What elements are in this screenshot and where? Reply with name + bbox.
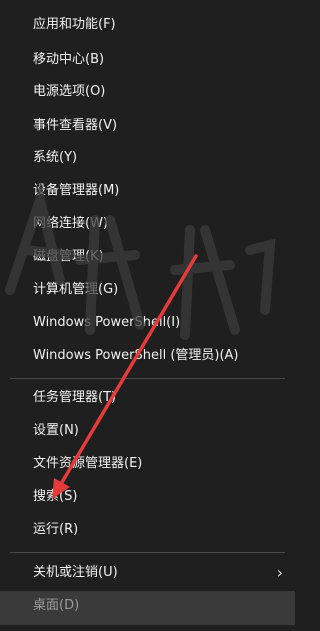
menu-item-disk-management[interactable]: 磁盘管理(K) bbox=[0, 241, 295, 273]
menu-item-system[interactable]: 系统(Y) bbox=[0, 142, 295, 174]
menu-item-network-connections[interactable]: 网络连接(W) bbox=[0, 208, 295, 240]
menu-item-apps-features[interactable]: 应用和功能(F) bbox=[0, 9, 295, 41]
menu-item-label: 桌面(D) bbox=[33, 598, 80, 613]
chevron-right-icon: › bbox=[276, 563, 283, 582]
menu-item-powershell-admin[interactable]: Windows PowerShell (管理员)(A) bbox=[0, 340, 295, 372]
menu-item-shutdown-signout[interactable]: 关机或注销(U) › bbox=[0, 557, 295, 589]
menu-item-settings[interactable]: 设置(N) bbox=[0, 415, 295, 447]
menu-item-power-options[interactable]: 电源选项(O) bbox=[0, 76, 295, 108]
menu-item-run[interactable]: 运行(R) bbox=[0, 514, 295, 546]
menu-item-mobility-center[interactable]: 移动中心(B) bbox=[0, 44, 295, 76]
menu-item-task-manager[interactable]: 任务管理器(T) bbox=[0, 382, 295, 414]
menu-item-file-explorer[interactable]: 文件资源管理器(E) bbox=[0, 448, 295, 480]
menu-separator bbox=[10, 552, 285, 553]
menu-item-device-manager[interactable]: 设备管理器(M) bbox=[0, 175, 295, 207]
menu-item-search[interactable]: 搜索(S) bbox=[0, 481, 295, 513]
menu-item-computer-management[interactable]: 计算机管理(G) bbox=[0, 274, 295, 306]
winx-context-menu: 应用和功能(F) 移动中心(B) 电源选项(O) 事件查看器(V) 系统(Y) … bbox=[0, 0, 295, 631]
menu-item-event-viewer[interactable]: 事件查看器(V) bbox=[0, 110, 295, 142]
menu-item-desktop[interactable]: 桌面(D) bbox=[0, 591, 295, 625]
menu-separator bbox=[10, 378, 285, 379]
menu-item-label: 关机或注销(U) bbox=[33, 565, 118, 580]
menu-item-powershell[interactable]: Windows PowerShell(I) bbox=[0, 307, 295, 339]
